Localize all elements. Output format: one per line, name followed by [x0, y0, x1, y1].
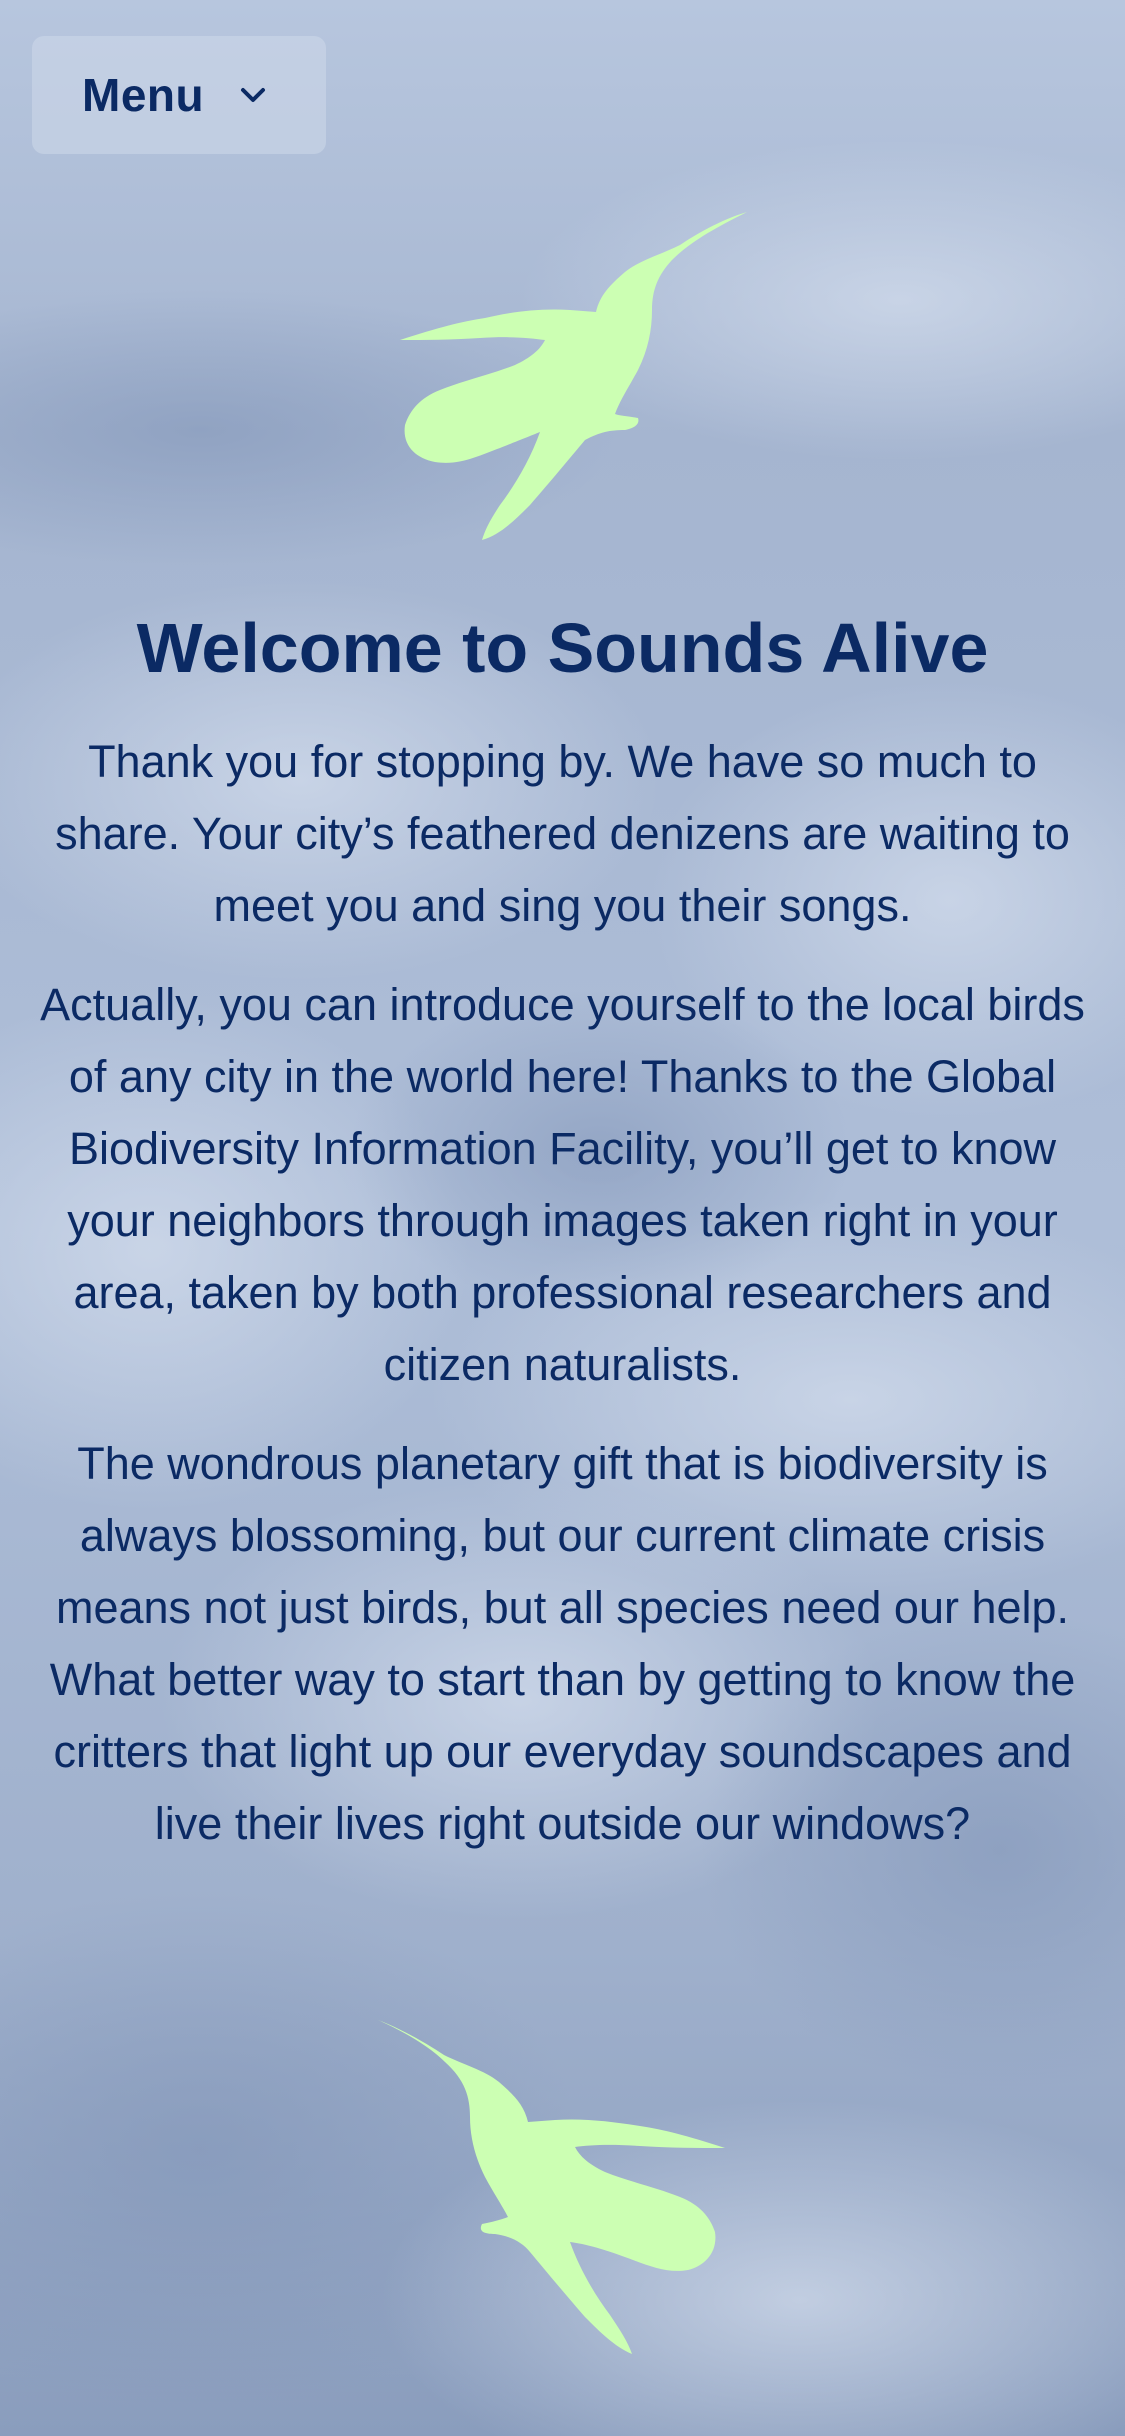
- chevron-down-icon: [238, 85, 268, 105]
- welcome-section: Welcome to Sounds Alive Thank you for st…: [40, 600, 1085, 1887]
- biodiversity-paragraph: The wondrous planetary gift that is biod…: [49, 1438, 1076, 1849]
- intro-paragraph: Thank you for stopping by. We have so mu…: [55, 736, 1070, 931]
- menu-button[interactable]: Menu: [32, 36, 326, 154]
- gbif-paragraph: Actually, you can introduce yourself to …: [40, 979, 1085, 1390]
- hummingbird-icon: [378, 2020, 725, 2354]
- page-title: Welcome to Sounds Alive: [136, 609, 989, 687]
- menu-label: Menu: [82, 69, 205, 121]
- hummingbird-icon: [400, 212, 747, 540]
